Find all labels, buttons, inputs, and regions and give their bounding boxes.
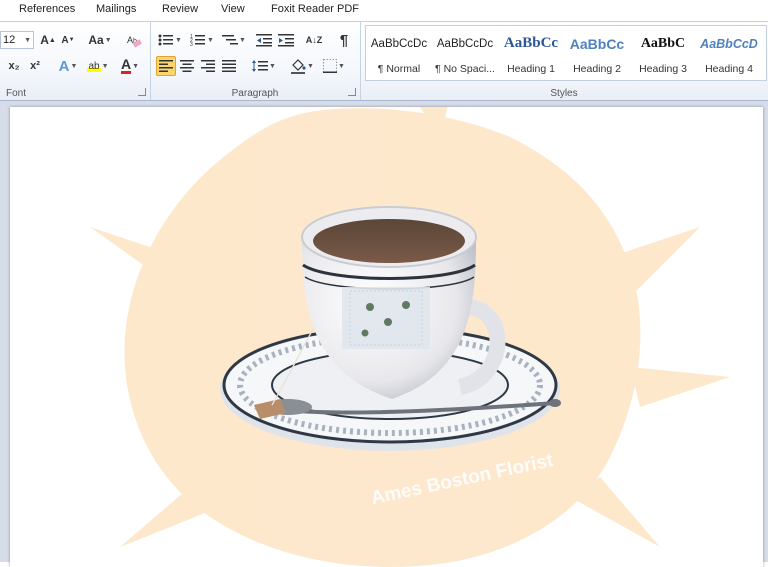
shrink-font-button[interactable]: A ▼ bbox=[58, 30, 78, 50]
align-left-button[interactable] bbox=[156, 56, 176, 76]
increase-indent-button[interactable] bbox=[276, 30, 296, 50]
font-group: 12 ▼ A▲ A▼ Aa▼ Ab x₂ x² A▼ ab▼ A▼ Font l… bbox=[0, 22, 151, 100]
style-name: Heading 4 bbox=[705, 63, 753, 75]
align-right-icon bbox=[201, 60, 215, 72]
font-size-combo[interactable]: 12 ▼ bbox=[0, 31, 34, 49]
show-hide-marks-button[interactable]: ¶ bbox=[334, 30, 354, 50]
style-preview: AaBbCc bbox=[503, 35, 559, 51]
ribbon-tab-bar: References Mailings Review View Foxit Re… bbox=[0, 0, 768, 22]
sort-button[interactable]: A↓Z bbox=[304, 30, 324, 50]
document-area: Ames Boston Florist bbox=[0, 101, 768, 567]
style-name: Heading 2 bbox=[573, 63, 621, 75]
tab-view[interactable]: View bbox=[221, 3, 245, 15]
paragraph-group: ▼ 1 2 3 ▼ ▼ A↓Z ¶ ▼ ▼ ▼ Paragraph bbox=[150, 22, 361, 100]
clear-formatting-button[interactable]: Ab bbox=[124, 30, 144, 50]
style-name: ¶ Normal bbox=[377, 63, 421, 75]
chevron-down-icon: ▼ bbox=[175, 36, 182, 44]
style-preview: AaBbCcDc bbox=[370, 38, 428, 50]
align-right-button[interactable] bbox=[198, 56, 218, 76]
grow-font-label: A bbox=[40, 33, 49, 47]
subscript-button[interactable]: x₂ bbox=[4, 56, 24, 76]
chevron-down-icon: ▼ bbox=[239, 36, 246, 44]
teacup-saucer-image[interactable]: Ames Boston Florist bbox=[10, 107, 763, 567]
align-left-icon bbox=[159, 60, 173, 72]
font-color-button[interactable]: A ▼ bbox=[116, 56, 144, 76]
increase-indent-icon bbox=[278, 34, 294, 47]
decrease-indent-icon bbox=[256, 34, 272, 47]
numbering-button[interactable]: 1 2 3 ▼ bbox=[188, 30, 216, 50]
font-color-icon: A bbox=[120, 56, 132, 74]
ribbon: 12 ▼ A▲ A▼ Aa▼ Ab x₂ x² A▼ ab▼ A▼ Font l… bbox=[0, 22, 768, 101]
style-heading-1[interactable]: AaBbCc Heading 1 bbox=[498, 26, 564, 80]
bullet-list-icon bbox=[158, 34, 174, 46]
chevron-down-icon: ▼ bbox=[132, 62, 140, 70]
clear-formatting-icon: Ab bbox=[127, 35, 142, 48]
highlighter-icon: ab bbox=[87, 60, 101, 72]
tab-references[interactable]: References bbox=[19, 3, 75, 15]
style-name: Heading 1 bbox=[507, 63, 555, 75]
change-case-label: Aa bbox=[88, 33, 104, 47]
chevron-down-icon: ▼ bbox=[70, 62, 78, 70]
style-normal[interactable]: AaBbCcDc ¶ Normal bbox=[366, 26, 432, 80]
chevron-down-icon: ▼ bbox=[338, 62, 345, 70]
grow-font-button[interactable]: A ▲ bbox=[38, 30, 58, 50]
style-heading-2[interactable]: AaBbCc Heading 2 bbox=[564, 26, 630, 80]
numbered-list-icon: 123 bbox=[190, 34, 206, 47]
multilevel-list-button[interactable]: ▼ bbox=[220, 30, 248, 50]
borders-button[interactable]: ▼ bbox=[320, 56, 348, 76]
tab-review[interactable]: Review bbox=[162, 3, 198, 15]
multilevel-list-icon bbox=[222, 35, 239, 45]
style-no-spacing[interactable]: AaBbCcDc ¶ No Spaci... bbox=[432, 26, 498, 80]
paint-bucket-icon bbox=[291, 59, 306, 74]
bullets-button[interactable]: ▼ bbox=[156, 30, 184, 50]
tab-mailings[interactable]: Mailings bbox=[96, 3, 136, 15]
text-effects-button[interactable]: A ▼ bbox=[54, 56, 82, 76]
style-preview: AaBbCc bbox=[569, 36, 625, 52]
svg-text:3: 3 bbox=[190, 42, 193, 47]
font-dialog-launcher[interactable]: launch bbox=[138, 88, 146, 96]
paragraph-dialog-launcher[interactable]: launch bbox=[348, 88, 356, 96]
style-name: ¶ No Spaci... bbox=[435, 63, 495, 75]
style-preview: AaBbC bbox=[640, 36, 686, 51]
sort-icon: A↓Z bbox=[305, 34, 323, 45]
line-spacing-icon bbox=[252, 60, 269, 72]
style-preview: AaBbCcDc bbox=[436, 38, 494, 50]
styles-group-label: Styles bbox=[550, 88, 578, 99]
chevron-down-icon: ▼ bbox=[207, 36, 214, 44]
style-name: Heading 3 bbox=[639, 63, 687, 75]
highlight-color-button[interactable]: ab ▼ bbox=[84, 56, 112, 76]
chevron-down-icon: ▼ bbox=[24, 36, 31, 44]
paragraph-group-label: Paragraph bbox=[231, 88, 279, 99]
align-center-icon bbox=[180, 60, 194, 72]
shrink-font-label: A bbox=[61, 34, 69, 46]
superscript-button[interactable]: x² bbox=[25, 56, 45, 76]
document-page[interactable]: Ames Boston Florist bbox=[10, 107, 763, 567]
decrease-indent-button[interactable] bbox=[254, 30, 274, 50]
style-heading-3[interactable]: AaBbC Heading 3 bbox=[630, 26, 696, 80]
justify-button[interactable] bbox=[219, 56, 239, 76]
borders-icon bbox=[323, 59, 338, 73]
line-spacing-button[interactable]: ▼ bbox=[250, 56, 278, 76]
chevron-down-icon: ▼ bbox=[269, 62, 276, 70]
quick-styles-gallery: AaBbCcDc ¶ Normal AaBbCcDc ¶ No Spaci...… bbox=[365, 25, 767, 81]
chevron-down-icon: ▼ bbox=[307, 62, 314, 70]
font-group-label: Font bbox=[6, 88, 27, 99]
tab-foxit-reader-pdf[interactable]: Foxit Reader PDF bbox=[271, 3, 359, 15]
align-center-button[interactable] bbox=[177, 56, 197, 76]
change-case-button[interactable]: Aa ▼ bbox=[86, 30, 114, 50]
justify-icon bbox=[222, 60, 236, 72]
style-heading-4[interactable]: AaBbCcD Heading 4 bbox=[696, 26, 762, 80]
chevron-down-icon: ▼ bbox=[104, 36, 112, 44]
text-effects-label: A bbox=[58, 57, 70, 75]
style-preview: AaBbCcD bbox=[700, 37, 758, 51]
chevron-down-icon: ▼ bbox=[101, 62, 109, 70]
shading-button[interactable]: ▼ bbox=[288, 56, 316, 76]
font-size-value: 12 bbox=[3, 34, 16, 46]
